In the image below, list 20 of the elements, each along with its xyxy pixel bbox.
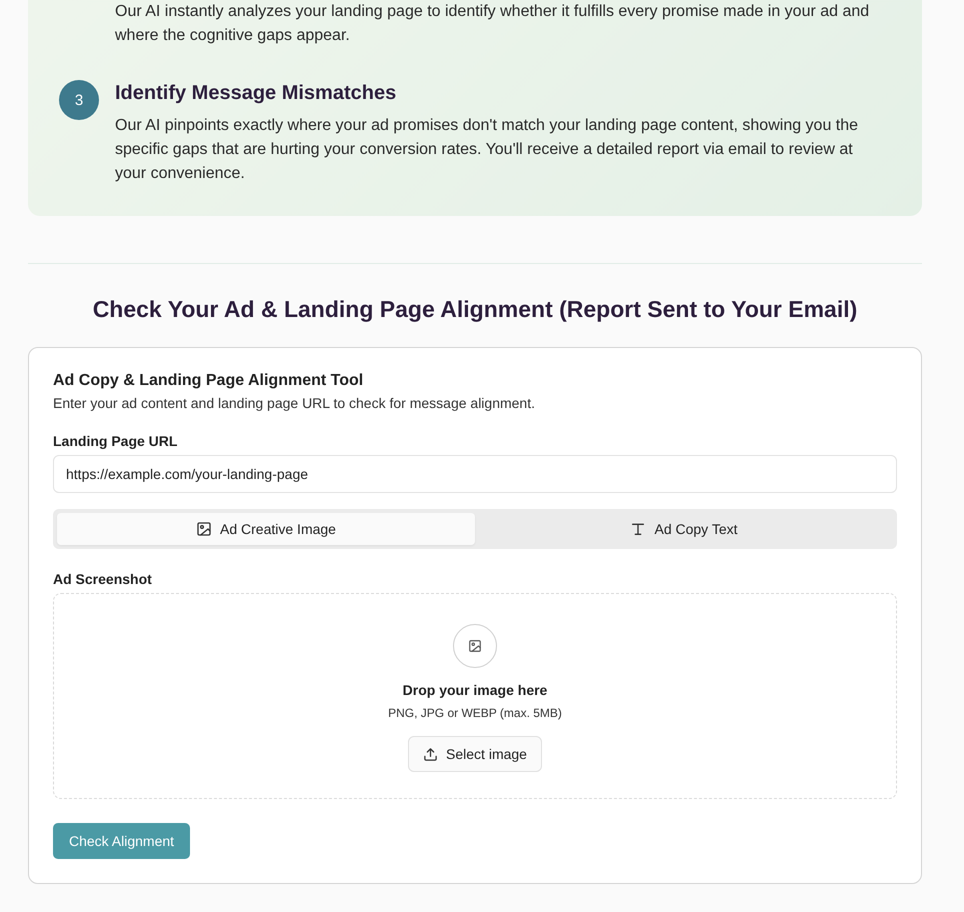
image-icon [453, 624, 497, 668]
step-description: Our AI pinpoints exactly where your ad promises don't match your landing page content, showing you the specific gaps that are hurting your conversion rates. You'll receive a detailed report via email to review at your convenience. [115, 116, 860, 184]
tab[interactable]: Ad Creative Image [57, 513, 475, 545]
tool-title: Ad Copy & Landing Page Alignment Tool [53, 372, 364, 390]
step-title: Identify Message Mismatches [115, 81, 398, 106]
url-field[interactable]: https://example.com/your-landing-page [53, 455, 897, 493]
drop-zone[interactable]: Drop your image here PNG, JPG or WEBP (max. 5MB) Select image [53, 593, 897, 799]
step-number: 3 [59, 80, 99, 120]
step-description: Our AI instantly analyzes your landing page to identify whether it fulfills every promise made in your ad and where the cognitive gaps appear. [115, 2, 870, 46]
file-hint: PNG, JPG or WEBP (max. 5MB) [388, 706, 562, 720]
field-label: Landing Page URL [53, 433, 178, 449]
image-icon [196, 521, 212, 537]
upload-icon [423, 746, 438, 762]
tab[interactable]: Ad Copy Text [475, 513, 893, 545]
select-image-button[interactable]: Select image [408, 736, 542, 772]
text-icon [630, 521, 646, 537]
drop-prompt: Drop your image here [402, 682, 548, 698]
field-label: Ad Screenshot [53, 571, 153, 587]
section-title: Check Your Ad & Landing Page Alignment (Report Sent to Your Email) [92, 296, 858, 323]
tool-subtitle: Enter your ad content and landing page URL to check for message alignment. [53, 395, 536, 411]
